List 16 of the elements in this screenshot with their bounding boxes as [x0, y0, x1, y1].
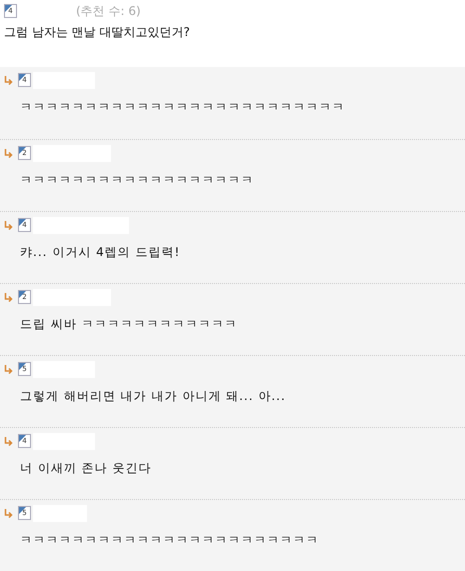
post-text: 그럼 남자는 맨날 대딸치고있던거?: [4, 24, 191, 41]
comment-text: 드립 씨바 ㅋㅋㅋㅋㅋㅋㅋㅋㅋㅋㅋㅋ: [20, 316, 239, 333]
comment-text: 캬... 이거시 4렙의 드립력!: [20, 244, 182, 261]
comment-text: ㅋㅋㅋㅋㅋㅋㅋㅋㅋㅋㅋㅋㅋㅋㅋㅋㅋㅋ: [20, 172, 255, 189]
reply-arrow-icon: [4, 292, 13, 302]
reply-arrow-icon: [4, 148, 13, 158]
comment-text: 너 이새끼 존나 웃긴다: [20, 460, 152, 477]
reply-arrow-icon: [4, 508, 13, 518]
reply-arrow-icon: [4, 436, 13, 446]
comment-text: 그렇게 해버리면 내가 내가 아니게 돼... 아...: [20, 388, 287, 405]
comment-text: ㅋㅋㅋㅋㅋㅋㅋㅋㅋㅋㅋㅋㅋㅋㅋㅋㅋㅋㅋㅋㅋㅋㅋㅋㅋ: [20, 99, 346, 116]
reply-arrow-icon: [4, 364, 13, 374]
reply-arrow-icon: [4, 220, 13, 230]
recommend-count: (추천 수: 6): [76, 2, 141, 20]
comment-text: ㅋㅋㅋㅋㅋㅋㅋㅋㅋㅋㅋㅋㅋㅋㅋㅋㅋㅋㅋㅋㅋㅋㅋ: [20, 532, 320, 549]
reply-arrow-icon: [4, 76, 13, 84]
